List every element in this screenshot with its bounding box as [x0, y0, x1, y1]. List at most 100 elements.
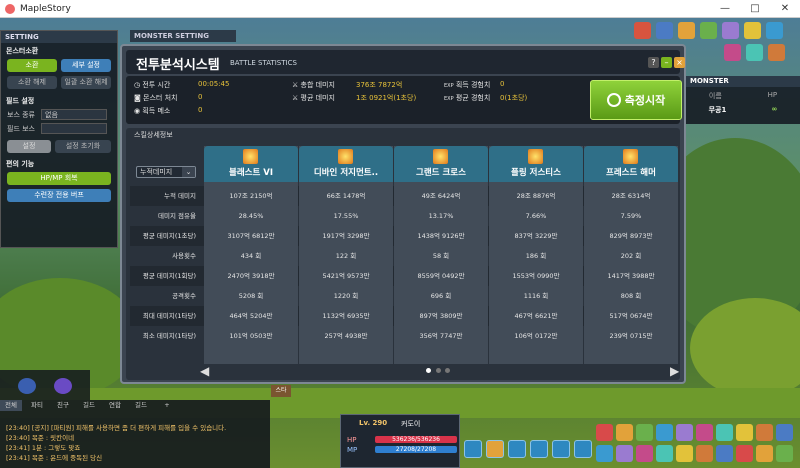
- skill-column: 프레스드 해머 28조 6314억 7.59% 829억 8973만 202 회 1417…: [584, 146, 678, 364]
- skill-name: 플링 저스티스: [511, 168, 561, 178]
- union-icon[interactable]: [766, 22, 783, 39]
- reset-setting-button[interactable]: 설정 초기화: [55, 140, 111, 153]
- map-icon[interactable]: [700, 22, 717, 39]
- chat-tab[interactable]: 길드: [130, 400, 152, 411]
- field-setting-heading: 필드 설정: [6, 97, 35, 105]
- chat-tab[interactable]: 친구: [52, 400, 74, 411]
- boss-type-label: 보스 종류: [7, 110, 35, 119]
- character-level: Lv. 290: [359, 419, 388, 427]
- community-button[interactable]: [530, 440, 548, 458]
- minimize-window-icon[interactable]: –: [661, 57, 672, 68]
- skill-header: 프레스드 해머: [584, 146, 678, 182]
- quickslot[interactable]: [696, 424, 713, 441]
- skill-stat-cell: 5421억 9573만: [322, 272, 370, 280]
- quickslot[interactable]: [656, 424, 673, 441]
- hp-bar: 536236/536236: [375, 436, 457, 443]
- event-icon[interactable]: [634, 22, 651, 39]
- gain-meso: ◉ 획득 메소 0: [134, 106, 203, 115]
- quickslot[interactable]: [756, 445, 773, 462]
- chat-tab[interactable]: 파티: [26, 400, 48, 411]
- hpmp-recover-button[interactable]: HP/MP 회복: [7, 172, 111, 185]
- skill-stat-cell: 1917억 3298만: [322, 232, 370, 240]
- quickslot[interactable]: [656, 445, 673, 462]
- skill-stat-cell: 186 회: [525, 252, 547, 260]
- skill-stat-cell: 1417억 3988만: [607, 272, 655, 280]
- exp-gain: EXP 획득 경험치 0: [444, 80, 505, 89]
- quickslot[interactable]: [716, 424, 733, 441]
- skill-stat-cell: 101억 0503만: [229, 332, 273, 340]
- close-window-icon[interactable]: ×: [674, 57, 685, 68]
- quickslot[interactable]: [596, 445, 613, 462]
- field-boss-select[interactable]: [41, 123, 107, 134]
- app-title: MapleStory: [20, 3, 71, 14]
- settings-button[interactable]: [552, 440, 570, 458]
- event-button[interactable]: [486, 440, 504, 458]
- quickslot[interactable]: [596, 424, 613, 441]
- quickslot[interactable]: [776, 445, 793, 462]
- quickslot[interactable]: [616, 424, 633, 441]
- help-icon[interactable]: ?: [648, 57, 659, 68]
- sort-dropdown[interactable]: 누적데미지 ⌄: [136, 166, 196, 178]
- detail-setting-button[interactable]: 세부 설정: [61, 59, 111, 72]
- chat-message: [23:41] 목준 : 윤드에 중독된 당신: [6, 454, 103, 462]
- quickslot[interactable]: [716, 445, 733, 462]
- quickslot[interactable]: [736, 424, 753, 441]
- character-name: 커도이: [401, 420, 421, 428]
- quest-icon[interactable]: [678, 22, 695, 39]
- release-summon-button[interactable]: 소환 해제: [7, 76, 57, 89]
- row-label: 최대 데미지(1타당): [142, 312, 196, 320]
- menu-icon[interactable]: [768, 44, 785, 61]
- exp-tag: EXP: [444, 96, 454, 102]
- quickslot[interactable]: [736, 445, 753, 462]
- boss-type-select[interactable]: 없음: [41, 109, 107, 120]
- item-icon[interactable]: [722, 22, 739, 39]
- cash-shop-button[interactable]: [464, 440, 482, 458]
- chat-tab[interactable]: 길드: [78, 400, 100, 411]
- chat-tab[interactable]: 연합: [104, 400, 126, 411]
- page-dot[interactable]: [436, 368, 441, 373]
- page-dot-active[interactable]: [426, 368, 431, 373]
- next-page-button[interactable]: ▶: [670, 364, 679, 378]
- page-dot[interactable]: [445, 368, 450, 373]
- skill-stat-cell: 7.66%: [525, 212, 547, 220]
- quickslot[interactable]: [636, 424, 653, 441]
- sword-icon: ⚔: [292, 81, 301, 89]
- quickslot[interactable]: [776, 424, 793, 441]
- gauge-icon: [606, 93, 621, 107]
- measure-start-button[interactable]: 측정시작: [590, 80, 682, 120]
- skill-stat-cell: 122 회: [335, 252, 357, 260]
- apply-setting-button[interactable]: 설정: [7, 140, 51, 153]
- mileage-icon[interactable]: [746, 44, 763, 61]
- release-all-button[interactable]: 일괄 소환 해제: [61, 76, 111, 89]
- chat-tab[interactable]: 전체: [0, 400, 22, 411]
- menu-button[interactable]: [574, 440, 592, 458]
- prev-page-button[interactable]: ◀: [200, 364, 209, 378]
- skill-icon: [338, 149, 353, 164]
- chat-tabs: 전체 파티 친구 길드 연합 길드 +: [0, 400, 270, 411]
- mp-label: MP: [347, 446, 358, 454]
- level-badge-icon[interactable]: [656, 22, 673, 39]
- skill-name: 블래스트 VI: [229, 168, 273, 178]
- quickslot[interactable]: [756, 424, 773, 441]
- cash-shop-icon[interactable]: [724, 44, 741, 61]
- row-label: 사용횟수: [172, 252, 196, 260]
- quickslot[interactable]: [676, 445, 693, 462]
- skill-header: 그랜드 크로스: [394, 146, 488, 182]
- quickslot[interactable]: [636, 445, 653, 462]
- training-buff-button[interactable]: 수련장 전용 버프: [7, 189, 111, 202]
- maximize-button[interactable]: □: [740, 0, 770, 18]
- summon-button[interactable]: 소환: [7, 59, 57, 72]
- exp-tag: EXP: [444, 83, 454, 89]
- chat-message: [23:40] [공지] [파티원] 피해를 사용하면 좀 더 편하게 피해를 …: [6, 424, 227, 432]
- character-button[interactable]: [508, 440, 526, 458]
- star-force-icon[interactable]: [744, 22, 761, 39]
- monster-summon-heading: 몬스터소환: [6, 47, 39, 55]
- quickslot[interactable]: [696, 445, 713, 462]
- close-button[interactable]: ✕: [770, 0, 800, 18]
- quickslot[interactable]: [676, 424, 693, 441]
- minimize-button[interactable]: —: [710, 0, 740, 18]
- skill-header: 블래스트 VI: [204, 146, 298, 182]
- quickslot[interactable]: [616, 445, 633, 462]
- character-status: Lv. 290 커도이 HP 536236/536236 MP 27208/27…: [340, 414, 460, 468]
- chat-tab[interactable]: +: [156, 400, 178, 411]
